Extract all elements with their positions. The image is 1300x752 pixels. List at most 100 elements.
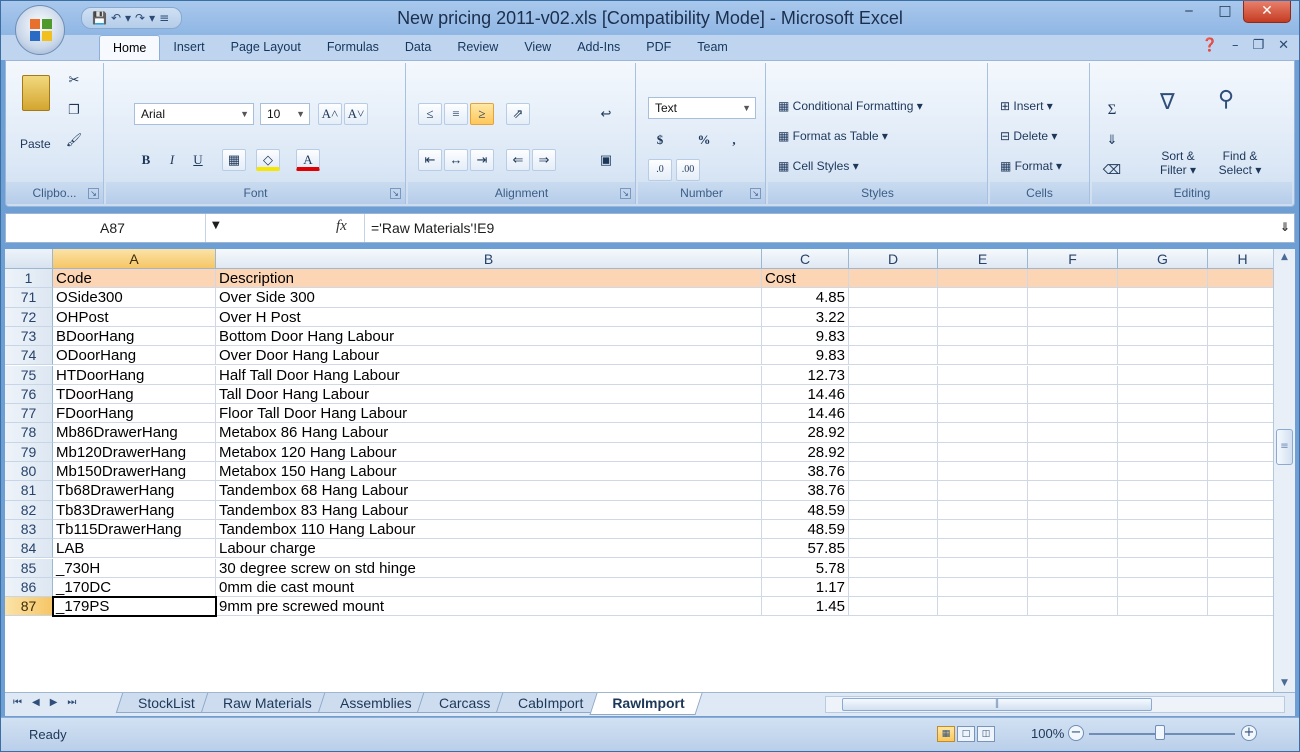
row-header[interactable]: 80: [5, 462, 53, 482]
find-select-button[interactable]: Find & Select ▾: [1212, 149, 1268, 177]
currency-button[interactable]: $: [648, 129, 672, 151]
redo-icon[interactable]: ↷: [135, 11, 145, 25]
clear-icon[interactable]: ⌫: [1100, 159, 1124, 181]
cell-code[interactable]: Tb115DrawerHang: [53, 519, 216, 540]
cell-empty[interactable]: [1208, 443, 1273, 462]
cell-code[interactable]: Mb150DrawerHang: [53, 462, 216, 482]
tab-add-ins[interactable]: Add-Ins: [564, 35, 633, 60]
column-header-c[interactable]: C: [762, 249, 849, 269]
cell-empty[interactable]: [849, 519, 938, 540]
row-header[interactable]: 73: [5, 326, 53, 347]
cell-empty[interactable]: [1208, 404, 1273, 424]
align-top-icon[interactable]: ≤: [418, 103, 442, 125]
last-sheet-icon[interactable]: ⏭: [67, 697, 76, 708]
tab-home[interactable]: Home: [99, 35, 161, 60]
cell-empty[interactable]: [1118, 269, 1208, 289]
customize-qat-icon[interactable]: ≡: [159, 11, 169, 25]
number-format-select[interactable]: Text ▼: [648, 97, 756, 119]
cell-code[interactable]: Mb86DrawerHang: [53, 423, 216, 443]
percent-button[interactable]: %: [692, 129, 716, 151]
cell-empty[interactable]: [1208, 539, 1273, 559]
cell-empty[interactable]: [1028, 577, 1118, 598]
cell-empty[interactable]: [1118, 404, 1208, 424]
page-break-view-icon[interactable]: ◫: [977, 726, 995, 742]
cell-empty[interactable]: [1028, 519, 1118, 540]
cell-empty[interactable]: [938, 558, 1028, 578]
cell-cost[interactable]: 1.45: [762, 597, 849, 617]
cut-icon[interactable]: ✂: [62, 69, 86, 91]
vertical-scroll-thumb[interactable]: ≡: [1276, 429, 1293, 465]
cell-empty[interactable]: [1118, 597, 1208, 617]
next-sheet-icon[interactable]: ▶: [50, 697, 58, 708]
cell-empty[interactable]: [1208, 597, 1273, 617]
cell-code[interactable]: LAB: [53, 539, 216, 559]
cell-cost[interactable]: 1.17: [762, 577, 849, 598]
cell-empty[interactable]: [1208, 288, 1273, 308]
cell-empty[interactable]: [938, 539, 1028, 559]
cell-empty[interactable]: [1028, 404, 1118, 424]
paste-button[interactable]: Paste: [20, 137, 51, 151]
cell-code[interactable]: Mb120DrawerHang: [53, 442, 216, 462]
cell-empty[interactable]: [1118, 442, 1208, 462]
cell-empty[interactable]: [938, 269, 1028, 289]
vertical-scrollbar[interactable]: ▲ ≡ ▼: [1273, 249, 1295, 692]
column-header-d[interactable]: D: [849, 249, 938, 269]
tab-insert[interactable]: Insert: [160, 35, 217, 60]
fill-color-icon[interactable]: ◇: [256, 149, 280, 171]
format-painter-icon[interactable]: 🖌: [62, 129, 86, 151]
cell-empty[interactable]: [1028, 558, 1118, 578]
cell-empty[interactable]: [938, 307, 1028, 327]
align-left-icon[interactable]: ⇤: [418, 149, 442, 171]
cell-empty[interactable]: [1118, 558, 1208, 578]
merge-center-icon[interactable]: ▣: [594, 149, 618, 171]
cell-empty[interactable]: [849, 269, 938, 289]
cell-description[interactable]: Labour charge: [216, 539, 762, 559]
column-header-g[interactable]: G: [1118, 249, 1208, 269]
header-cell-code[interactable]: Code: [53, 269, 216, 289]
cell-empty[interactable]: [1118, 346, 1208, 366]
font-family-select[interactable]: Arial ▼: [134, 103, 254, 125]
cell-code[interactable]: BDoorHang: [53, 326, 216, 347]
cell-empty[interactable]: [1028, 462, 1118, 482]
shrink-font-button[interactable]: A˅: [344, 103, 368, 125]
cell-description[interactable]: Metabox 120 Hang Labour: [216, 442, 762, 462]
cell-empty[interactable]: [849, 558, 938, 578]
cell-empty[interactable]: [938, 404, 1028, 424]
ribbon-minimize-icon[interactable]: –: [1232, 38, 1239, 53]
cell-cost[interactable]: 38.76: [762, 462, 849, 482]
row-header[interactable]: 72: [5, 307, 53, 327]
cell-description[interactable]: Over H Post: [216, 307, 762, 327]
italic-button[interactable]: I: [160, 149, 184, 171]
cell-styles-button[interactable]: ▦ Cell Styles ▾: [778, 159, 859, 173]
normal-view-icon[interactable]: ▦: [937, 726, 955, 742]
zoom-out-icon[interactable]: −: [1068, 725, 1084, 741]
cell-empty[interactable]: [1118, 307, 1208, 327]
cell-empty[interactable]: [938, 384, 1028, 405]
cell-empty[interactable]: [849, 307, 938, 327]
bold-button[interactable]: B: [134, 149, 158, 171]
cell-empty[interactable]: [1028, 326, 1118, 347]
number-launcher-icon[interactable]: ↘: [750, 188, 761, 199]
row-header[interactable]: 81: [5, 481, 53, 501]
help-icon[interactable]: ❓: [1202, 38, 1218, 53]
cell-empty[interactable]: [1028, 539, 1118, 559]
cell-empty[interactable]: [938, 423, 1028, 443]
sort-filter-button[interactable]: Sort & Filter ▾: [1152, 149, 1204, 177]
cell-empty[interactable]: [849, 384, 938, 405]
cell-description[interactable]: Tandembox 83 Hang Labour: [216, 500, 762, 520]
increase-decimal-icon[interactable]: .0: [648, 159, 672, 181]
cell-empty[interactable]: [1118, 539, 1208, 559]
cell-empty[interactable]: [938, 597, 1028, 617]
cell-code[interactable]: HTDoorHang: [53, 365, 216, 385]
cell-code[interactable]: OSide300: [53, 288, 216, 308]
font-launcher-icon[interactable]: ↘: [390, 188, 401, 199]
copy-icon[interactable]: ❐: [62, 99, 86, 121]
cell-code[interactable]: TDoorHang: [53, 384, 216, 405]
cell-description[interactable]: 0mm die cast mount: [216, 577, 762, 598]
cell-empty[interactable]: [849, 404, 938, 424]
comma-button[interactable]: ,: [722, 129, 746, 151]
cell-cost[interactable]: 5.78: [762, 558, 849, 578]
row-header[interactable]: 83: [5, 519, 53, 540]
row-header[interactable]: 1: [5, 269, 53, 289]
cell-empty[interactable]: [938, 442, 1028, 462]
